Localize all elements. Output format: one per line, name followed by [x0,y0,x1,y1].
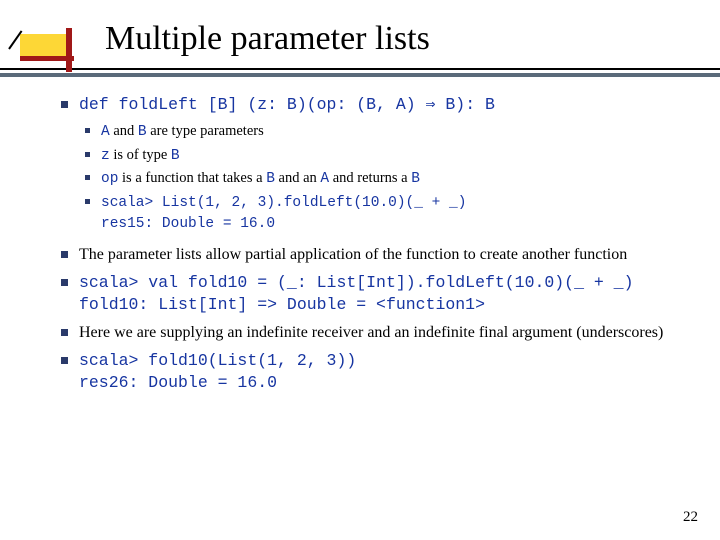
text: The parameter lists allow partial applic… [79,246,627,263]
page-number: 22 [683,509,698,526]
code-text: res15: Double = 16.0 [101,216,275,232]
text: and [110,123,138,139]
sub-bullet-item: op is a function that takes a B and an A… [79,169,690,190]
header-decoration-yellow [20,34,70,56]
bullet-item: Here we are supplying an indefinite rece… [55,322,690,344]
code-text: scala> val fold10 = (_: List[Int]).foldL… [79,273,634,292]
text: and an [275,170,321,186]
slide-title: Multiple parameter lists [0,0,720,62]
sub-bullet-item: A and B are type parameters [79,122,690,143]
code-inline: B [411,171,420,187]
code-text: res26: Double = 16.0 [79,373,277,392]
text: and returns a [329,170,411,186]
code-inline: A [101,124,110,140]
code-inline: op [101,171,118,187]
bullet-item: scala> val fold10 = (_: List[Int]).foldL… [55,272,690,317]
bullet-item: The parameter lists allow partial applic… [55,244,690,266]
code-inline: A [320,171,329,187]
bullet-item: def foldLeft [B] (z: B)(op: (B, A) ⇒ B):… [55,94,690,234]
text: is a function that takes a [118,170,266,186]
code-inline: z [101,148,110,164]
header-decoration-red-v [66,28,72,72]
text: is of type [110,147,171,163]
code-text: scala> List(1, 2, 3).foldLeft(10.0)(_ + … [101,195,466,211]
code-text: def foldLeft [B] (z: B)(op: (B, A) ⇒ B):… [79,95,495,114]
code-inline: B [266,171,275,187]
sub-bullet-item: z is of type B [79,146,690,167]
code-inline: B [138,124,147,140]
code-text: fold10: List[Int] => Double = <function1… [79,295,485,314]
sub-bullet-list: A and B are type parameters z is of type… [79,122,690,234]
sub-bullet-item: scala> List(1, 2, 3).foldLeft(10.0)(_ + … [79,193,690,234]
code-inline: B [171,148,180,164]
header-rules [0,62,720,84]
slide-body: def foldLeft [B] (z: B)(op: (B, A) ⇒ B):… [0,84,720,394]
text: are type parameters [147,123,264,139]
code-text: scala> fold10(List(1, 2, 3)) [79,351,356,370]
text: Here we are supplying an indefinite rece… [79,324,663,341]
bullet-item: scala> fold10(List(1, 2, 3)) res26: Doub… [55,350,690,395]
bullet-list: def foldLeft [B] (z: B)(op: (B, A) ⇒ B):… [55,94,690,394]
